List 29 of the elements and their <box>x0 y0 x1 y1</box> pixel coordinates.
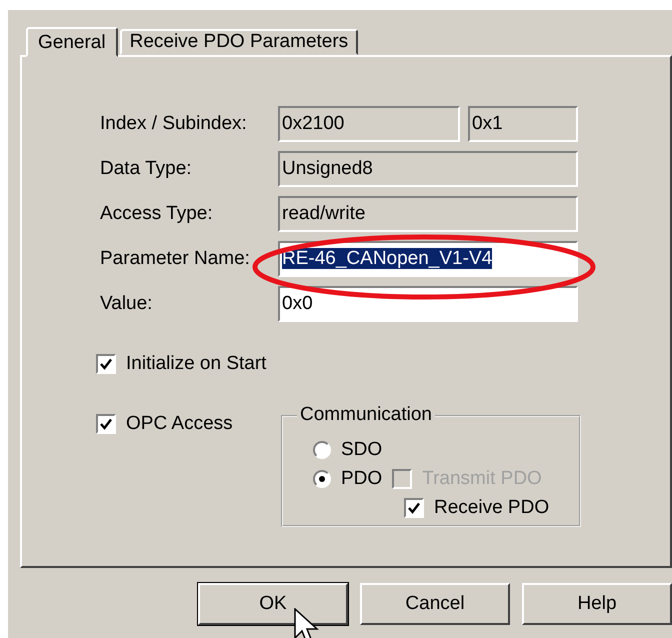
checkbox[interactable] <box>96 354 116 374</box>
radio-button[interactable] <box>313 470 331 488</box>
dialog-button[interactable]: Cancel <box>360 583 510 625</box>
input-field[interactable]: Unsigned8 <box>278 151 578 187</box>
input-field[interactable]: read/write <box>278 196 578 232</box>
field-label: Access Type: <box>100 203 214 225</box>
checkbox[interactable] <box>404 498 424 518</box>
checkbox-label: Initialize on Start <box>126 353 266 375</box>
input-field[interactable]: 0x1 <box>468 106 578 142</box>
radio-label: PDO <box>341 468 382 490</box>
field-label: Index / Subindex: <box>100 113 248 135</box>
checkbox-label: Receive PDO <box>434 496 550 518</box>
dialog-button[interactable]: Help <box>522 583 672 625</box>
radio-label: SDO <box>341 438 382 460</box>
input-field[interactable]: 0x2100 <box>278 106 460 142</box>
field-label: Data Type: <box>100 158 193 180</box>
checkmark-icon <box>408 502 420 514</box>
field-label: Value: <box>100 293 154 315</box>
tab[interactable]: Receive PDO Parameters <box>120 29 358 55</box>
mouse-pointer-icon <box>294 608 320 638</box>
input-field[interactable]: RE-46_CANopen_V1-V4 <box>278 241 578 277</box>
checkbox-label: OPC Access <box>126 413 233 435</box>
dialog-button[interactable]: OK <box>198 583 348 625</box>
tab[interactable]: General <box>26 27 118 57</box>
checkmark-icon <box>100 418 112 430</box>
checkmark-icon <box>100 358 112 370</box>
radio-button[interactable] <box>313 440 331 458</box>
checkbox[interactable] <box>96 414 116 434</box>
field-label: Parameter Name: <box>100 248 251 270</box>
